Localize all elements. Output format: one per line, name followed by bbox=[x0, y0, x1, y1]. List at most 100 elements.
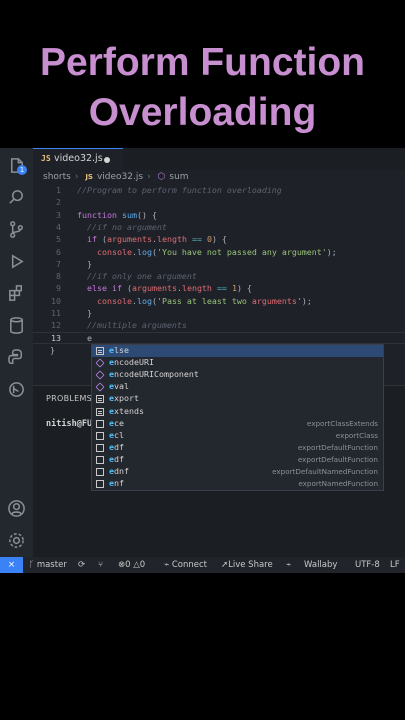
suggestion-item[interactable]: extends bbox=[92, 406, 383, 418]
code-text: //if no argument bbox=[77, 221, 167, 232]
code-line[interactable]: 9 else if (arguments.length == 1) { bbox=[33, 283, 405, 295]
title-line-1: Perform Function bbox=[39, 41, 365, 84]
suggestion-detail: exportDefaultFunction bbox=[297, 454, 378, 464]
breadcrumb-folder[interactable]: shorts bbox=[43, 172, 71, 182]
tab-filename: video32.js bbox=[54, 153, 103, 164]
video-title: Perform Function Overloading bbox=[0, 38, 405, 138]
suggestion-item[interactable]: encodeURIComponent bbox=[92, 369, 383, 381]
branch-name: master bbox=[36, 560, 67, 570]
line-number: 4 bbox=[56, 221, 61, 232]
suggestion-label: eval bbox=[109, 381, 129, 392]
symbol-method-icon: ⬡ bbox=[157, 172, 166, 182]
code-line[interactable]: 11 } bbox=[33, 308, 405, 320]
chevron-right-icon: › bbox=[147, 172, 151, 182]
suggestion-item[interactable]: ednf exportDefaultNamedFunction bbox=[92, 466, 383, 478]
breadcrumb-symbol[interactable]: sum bbox=[169, 172, 188, 182]
terminal-prompt[interactable]: nitish@FUL bbox=[46, 419, 97, 429]
suggestion-detail: exportDefaultNamedFunction bbox=[272, 467, 378, 476]
live-share-label: Live Share bbox=[228, 560, 273, 570]
suggestion-label: else bbox=[109, 345, 129, 355]
suggestion-label: edf bbox=[109, 453, 124, 464]
remote-indicator[interactable]: ⨯ bbox=[0, 557, 23, 573]
vscode-window: 1 JS video32.js shorts › JS video32.js ›… bbox=[0, 148, 405, 573]
live-share-status[interactable]: ➚Live Share bbox=[221, 560, 273, 570]
wallaby-icon[interactable]: ⌁ bbox=[286, 560, 291, 570]
code-text: //multiple arguments bbox=[77, 320, 187, 331]
suggestion-detail: exportClassExtends bbox=[306, 418, 378, 428]
code-line[interactable]: 3 function sum() { bbox=[33, 210, 405, 222]
python-icon[interactable] bbox=[7, 348, 26, 367]
git-graph-icon[interactable] bbox=[7, 380, 26, 399]
code-line[interactable]: 5 if (arguments.length == 0) { bbox=[33, 234, 405, 246]
line-number: 13 bbox=[51, 332, 61, 343]
suggestion-label: encodeURI bbox=[109, 357, 154, 368]
suggestion-label: export bbox=[109, 393, 139, 404]
suggestion-item[interactable]: eval bbox=[92, 381, 383, 393]
suggestion-item[interactable]: edf exportDefaultFunction bbox=[92, 454, 383, 466]
suggestion-item[interactable]: ecl exportClass bbox=[92, 430, 383, 442]
extensions-icon[interactable] bbox=[7, 284, 26, 303]
tab-problems[interactable]: PROBLEMS bbox=[46, 394, 92, 403]
code-line[interactable]: 4 //if no argument bbox=[33, 222, 405, 234]
code-text: e bbox=[77, 332, 92, 343]
code-line[interactable]: 12 //multiple arguments bbox=[33, 320, 405, 332]
function-cube-icon bbox=[95, 358, 105, 368]
suggestion-item[interactable]: ece exportClassExtends bbox=[92, 418, 383, 430]
code-text: if (arguments.length == 0) { bbox=[87, 234, 227, 245]
line-number: 3 bbox=[56, 209, 61, 220]
connect-status[interactable]: ⌁ Connect bbox=[164, 560, 207, 570]
run-debug-icon[interactable] bbox=[7, 252, 26, 271]
suggestion-label: extends bbox=[109, 405, 144, 416]
wallaby-status[interactable]: Wallaby bbox=[304, 560, 337, 570]
suggestion-label: ecl bbox=[109, 429, 124, 440]
js-file-icon: JS bbox=[41, 154, 51, 163]
warning-count: 0 bbox=[139, 560, 146, 570]
snippet-icon bbox=[96, 468, 104, 476]
encoding-status[interactable]: UTF-8 bbox=[355, 560, 380, 570]
suggestion-item[interactable]: enf exportNamedFunction bbox=[92, 478, 383, 490]
line-number: 2 bbox=[56, 197, 61, 208]
line-number: 10 bbox=[51, 295, 61, 306]
snippet-icon bbox=[96, 431, 104, 440]
account-icon[interactable] bbox=[7, 499, 26, 518]
problems-status[interactable]: ⊗0 △0 bbox=[118, 560, 145, 570]
code-line[interactable]: 6 console.log('You have not passed any a… bbox=[33, 247, 405, 259]
line-number: 1 bbox=[56, 185, 61, 195]
suggestion-item[interactable]: encodeURI bbox=[92, 357, 383, 369]
settings-gear-icon[interactable] bbox=[7, 531, 26, 550]
code-line[interactable]: 7 } bbox=[33, 259, 405, 271]
search-icon[interactable] bbox=[7, 188, 26, 207]
code-line[interactable]: 8 //if only one argument bbox=[33, 271, 405, 283]
line-number: 7 bbox=[56, 258, 61, 269]
breadcrumb-file[interactable]: video32.js bbox=[97, 172, 143, 182]
snippet-icon bbox=[96, 455, 104, 464]
source-control-icon[interactable] bbox=[7, 220, 26, 239]
title-line-2: Overloading bbox=[88, 91, 317, 134]
js-breadcrumb-icon: JS bbox=[85, 173, 93, 181]
keyword-icon bbox=[96, 395, 104, 404]
suggestion-item[interactable]: edf exportDefaultFunction bbox=[92, 442, 383, 454]
git-branch-icon: ᚴ bbox=[29, 560, 37, 570]
code-line[interactable]: 10 console.log('Pass at least two argume… bbox=[33, 296, 405, 308]
unsaved-dot-icon[interactable] bbox=[104, 157, 110, 163]
line-number: 12 bbox=[51, 320, 61, 331]
code-text: console.log('You have not passed any arg… bbox=[96, 246, 337, 257]
keyword-icon bbox=[96, 347, 104, 355]
chevron-right-icon: › bbox=[74, 172, 79, 182]
line-number: 11 bbox=[51, 308, 61, 318]
tab-video32-js[interactable]: JS video32.js bbox=[33, 148, 123, 170]
eol-status[interactable]: LF bbox=[390, 560, 400, 570]
keyword-icon bbox=[96, 407, 104, 416]
branch-status[interactable]: ᚴ master bbox=[29, 560, 67, 570]
sync-icon[interactable]: ⟳ bbox=[78, 560, 85, 570]
code-line[interactable]: 2 bbox=[33, 197, 405, 209]
database-icon[interactable] bbox=[7, 316, 26, 335]
explorer-badge: 1 bbox=[17, 165, 27, 175]
suggestion-item[interactable]: export bbox=[92, 393, 383, 405]
suggestion-item[interactable]: else bbox=[92, 345, 383, 358]
code-text: function sum() { bbox=[77, 209, 157, 220]
code-line[interactable]: 1 //Program to perform function overloadi… bbox=[33, 185, 405, 197]
suggestion-detail: exportNamedFunction bbox=[298, 479, 378, 489]
error-count: 0 bbox=[125, 560, 131, 570]
git-graph-status-icon[interactable]: ⑂ bbox=[98, 560, 103, 570]
